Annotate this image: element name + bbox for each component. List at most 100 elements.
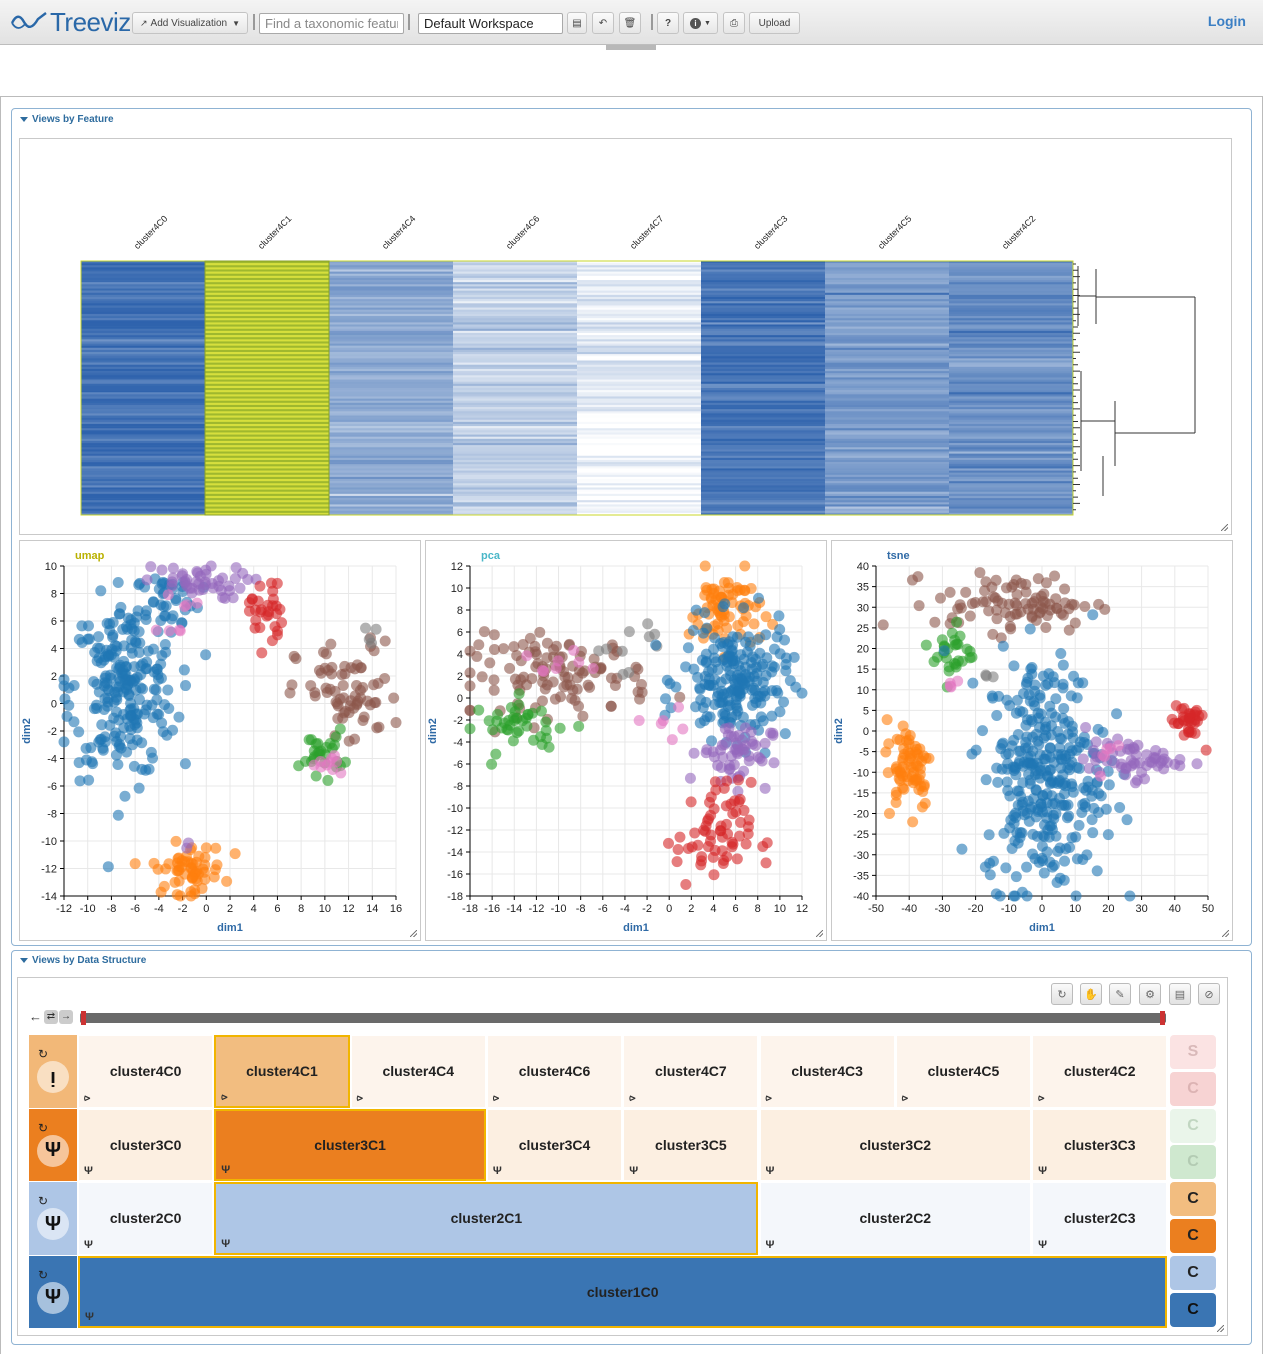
heatmap-cell[interactable] [949,267,1073,270]
heatmap-cell[interactable] [949,411,1073,414]
heatmap-cell[interactable] [949,294,1073,298]
branch-node-icon[interactable]: Ψ [629,1166,638,1177]
heatmap-cell[interactable] [81,311,205,315]
heatmap-cell[interactable] [453,434,577,437]
scatter-point[interactable] [213,580,225,592]
scatter-point[interactable] [170,835,182,847]
heatmap-cell[interactable] [701,282,825,285]
scatter-point[interactable] [540,716,552,728]
scatter-point[interactable] [357,681,369,693]
heatmap-cell[interactable] [453,502,577,505]
heatmap-cell[interactable] [701,265,825,268]
scatter-point[interactable] [717,708,729,720]
scatter-point[interactable] [684,772,696,784]
icicle-node[interactable]: cluster3C0 Ψ [78,1108,214,1181]
heatmap-cell[interactable] [949,379,1073,382]
heatmap-cell[interactable] [577,487,701,490]
heatmap-cell[interactable] [949,468,1073,471]
heatmap-cell[interactable] [701,504,825,507]
scatter-point[interactable] [511,650,523,662]
scatter-point[interactable] [740,838,752,850]
heatmap-cell[interactable] [81,326,205,330]
heatmap-cell[interactable] [205,462,329,465]
heatmap-cell[interactable] [329,301,453,304]
heatmap-cell[interactable] [825,345,949,349]
heatmap-cell[interactable] [577,491,701,495]
heatmap-cell[interactable] [825,440,949,444]
taxonomic-feature-search-input[interactable] [259,13,404,34]
heatmap-cell[interactable] [81,394,205,397]
heatmap-cell[interactable] [329,502,453,505]
scatter-point[interactable] [464,680,476,692]
heatmap-cell[interactable] [205,303,329,306]
scatter-point[interactable] [1063,624,1075,636]
heatmap-cell[interactable] [81,457,205,461]
heatmap-cell[interactable] [453,282,577,285]
scatter-point[interactable] [760,857,772,869]
leaf-node-icon[interactable]: ⪧ [221,1091,227,1103]
scatter-point[interactable] [950,661,962,673]
heatmap-cell[interactable] [701,402,825,406]
heatmap-cell[interactable] [949,360,1073,363]
scatter-point[interactable] [757,686,769,698]
scatter-point[interactable] [325,638,337,650]
scatter-point[interactable] [145,746,157,758]
heatmap-cell[interactable] [329,303,453,306]
heatmap-cell[interactable] [205,373,329,376]
heatmap-cell[interactable] [453,379,577,382]
heatmap-cell[interactable] [701,388,825,391]
heatmap-cell[interactable] [81,407,205,410]
scatter-point[interactable] [1099,603,1111,615]
heatmap-cell[interactable] [329,451,453,454]
heatmap-cell[interactable] [453,322,577,325]
heatmap-cell[interactable] [577,428,701,431]
heatmap-cell[interactable] [701,326,825,330]
scatter-point[interactable] [464,723,476,735]
heatmap-cell[interactable] [205,404,329,408]
heatmap-cell[interactable] [205,277,329,281]
heatmap-cell[interactable] [453,417,577,421]
heatmap-cell[interactable] [949,271,1073,274]
heatmap-cell[interactable] [701,407,825,410]
scatter-point[interactable] [784,675,796,687]
scatter-point[interactable] [709,632,721,644]
heatmap-cell[interactable] [577,436,701,440]
heatmap-cell[interactable] [701,339,825,342]
heatmap-cell[interactable] [825,489,949,493]
scatter-point[interactable] [152,673,164,685]
scatter-point[interactable] [743,755,755,767]
scatter-point[interactable] [1004,822,1016,834]
heatmap-cell[interactable] [949,500,1073,503]
scatter-point[interactable] [167,724,179,736]
scatter-point[interactable] [1111,708,1123,720]
scatter-point[interactable] [587,662,599,674]
heatmap-cell[interactable] [453,409,577,412]
heatmap-cell[interactable] [453,354,577,357]
scatter-point[interactable] [189,888,201,900]
scatter-point[interactable] [934,592,946,604]
heatmap-cell[interactable] [577,282,701,285]
heatmap-cell[interactable] [81,498,205,501]
heatmap-cell[interactable] [949,421,1073,425]
scatter-point[interactable] [617,668,629,680]
heatmap-cell[interactable] [453,263,577,266]
heatmap-cell[interactable] [205,288,329,291]
pca-scatter-chart[interactable]: -18 -16 -14 -12 -10 -8 -6 -4 -2 0 2 4 6 8 10 12-18-16-1… [426,541,828,942]
heatmap-cell[interactable] [205,366,329,370]
scatter-point[interactable] [727,588,739,600]
heatmap-cell[interactable] [453,402,577,406]
heatmap-cell[interactable] [453,307,577,310]
scatter-point[interactable] [694,682,706,694]
heatmap-cell[interactable] [825,396,949,399]
heatmap-cell[interactable] [701,451,825,454]
scatter-point[interactable] [1033,712,1045,724]
heatmap-cell[interactable] [453,472,577,476]
scatter-point[interactable] [991,762,1003,774]
heatmap-cell[interactable] [81,383,205,387]
heatmap-cell[interactable] [329,468,453,471]
scatter-point[interactable] [156,564,168,576]
scatter-point[interactable] [708,643,720,655]
heatmap-cell[interactable] [81,506,205,509]
heatmap-cell[interactable] [577,502,701,505]
heatmap-cell[interactable] [453,476,577,480]
